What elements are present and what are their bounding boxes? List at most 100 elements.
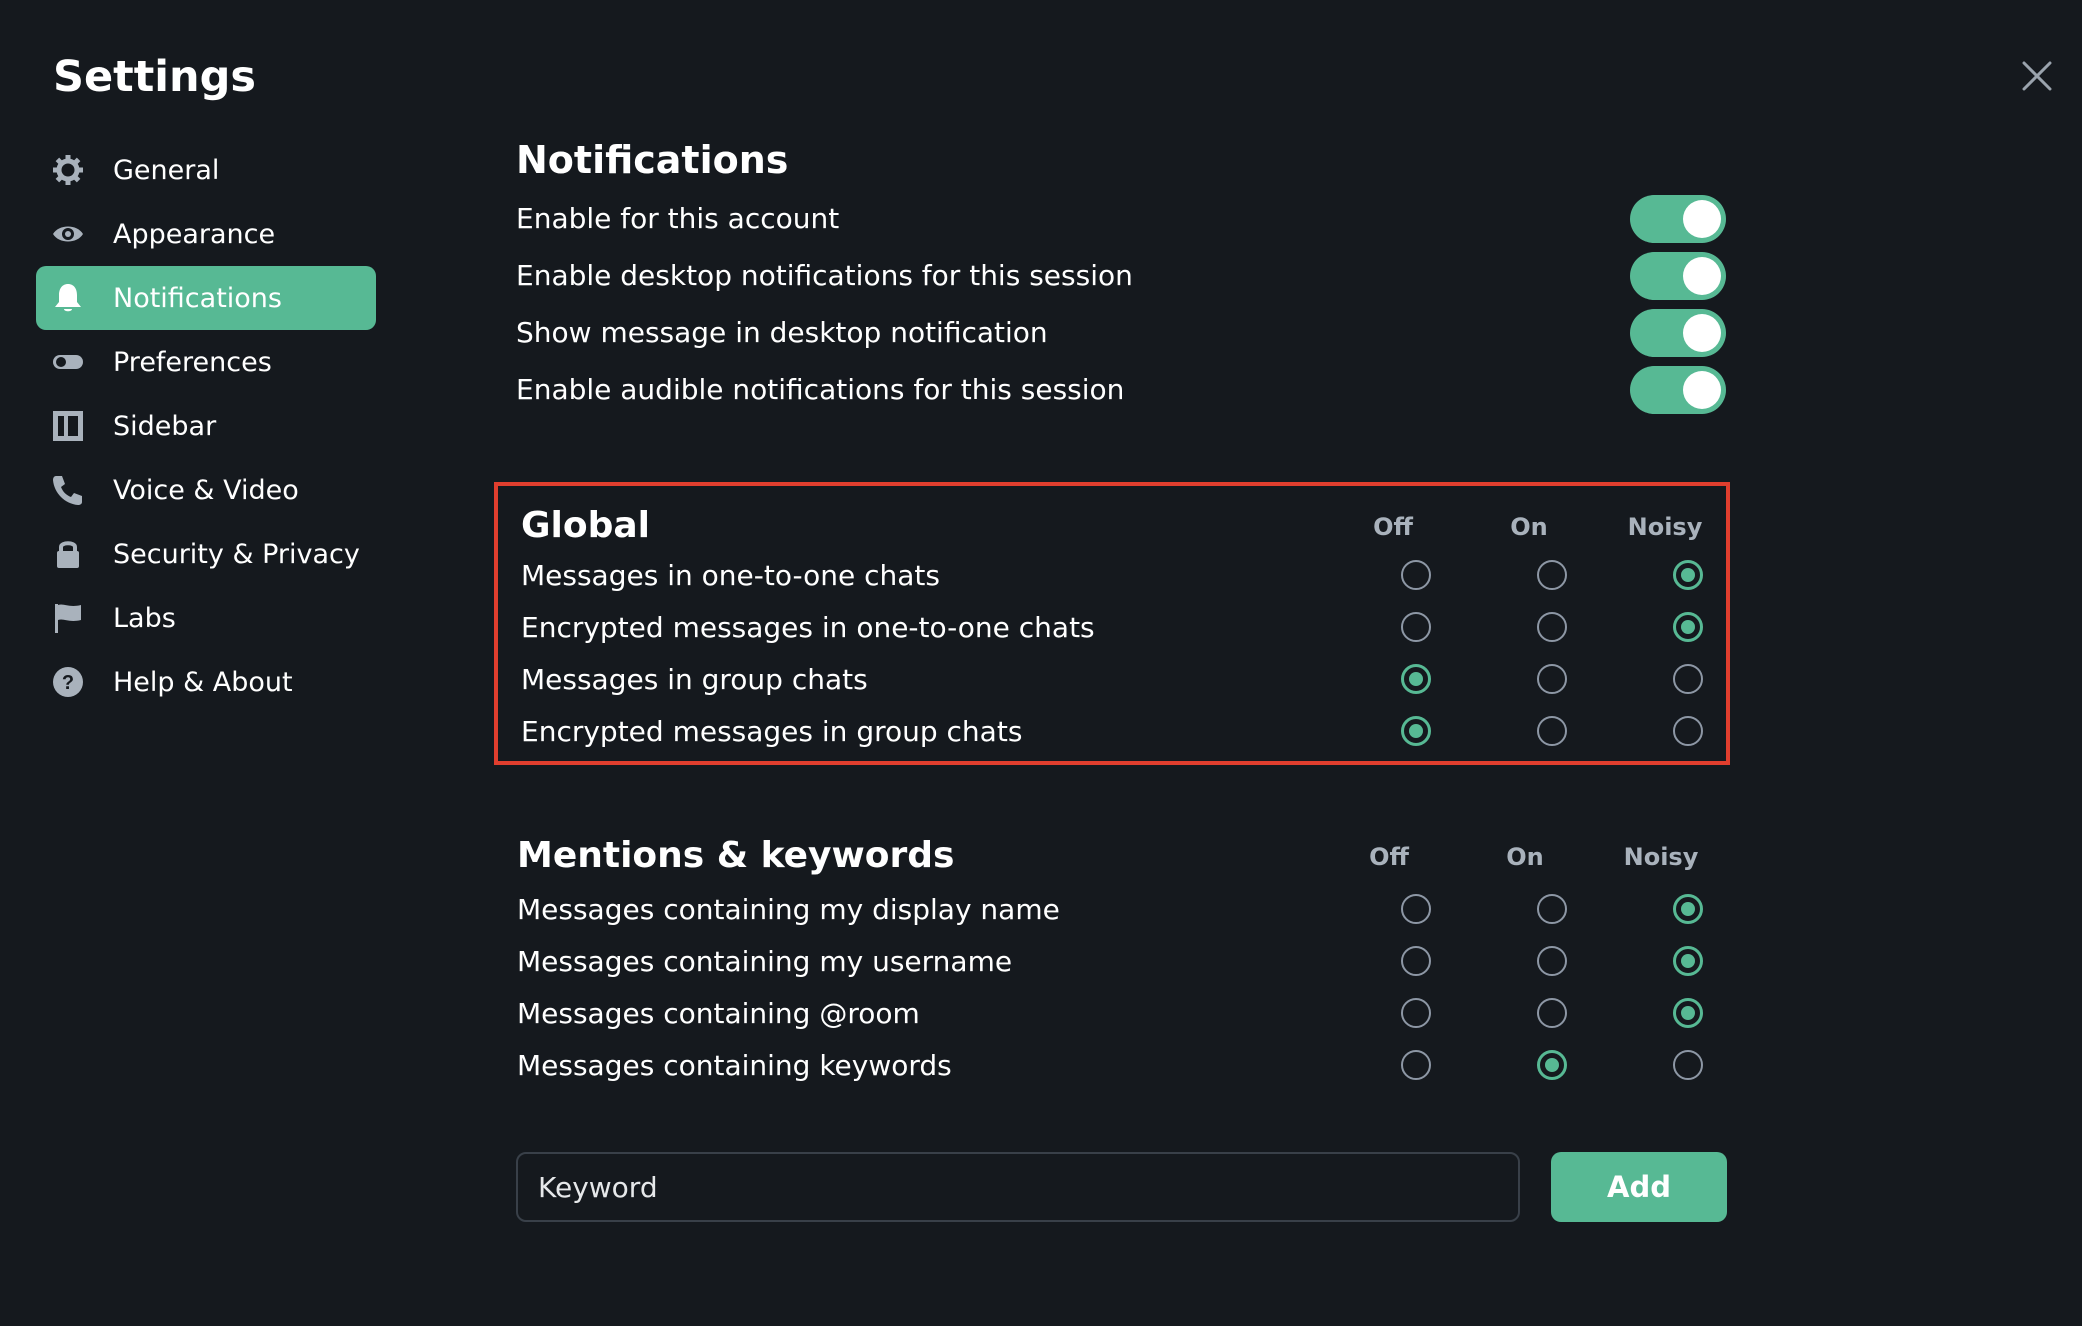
radio-off[interactable] [1401,946,1431,976]
sidebar-item-label: Security & Privacy [113,538,360,570]
sidebar-item-preferences[interactable]: Preferences [36,330,376,394]
col-noisy-label: Noisy [1627,513,1703,541]
settings-sidebar: General Appearance Notifications Prefere… [36,138,376,714]
radio-off[interactable] [1401,1050,1431,1080]
sidebar-item-security-privacy[interactable]: Security & Privacy [36,522,376,586]
radio-on[interactable] [1537,560,1567,590]
radio-on[interactable] [1537,946,1567,976]
svg-text:?: ? [62,672,74,694]
flag-icon [51,601,85,635]
rule-label: Messages containing my username [517,945,1013,978]
col-on-label: On [1506,843,1544,871]
close-icon [2022,61,2052,91]
mentions-section: Mentions & keywords Off On Noisy Message… [494,816,1730,1096]
notification-rule-row: Messages containing keywords [517,1040,1730,1092]
radio-noisy[interactable] [1673,560,1703,590]
toggle-label: Enable audible notifications for this se… [516,373,1125,406]
radio-noisy[interactable] [1673,664,1703,694]
toggle-knob [1683,256,1721,295]
lock-icon [51,537,85,571]
notifications-heading: Notifications [516,138,789,182]
sidebar-item-general[interactable]: General [36,138,376,202]
radio-off[interactable] [1401,894,1431,924]
rule-label: Encrypted messages in one-to-one chats [521,611,1095,644]
sidebar-item-help-about[interactable]: ? Help & About [36,650,376,714]
radio-on[interactable] [1537,894,1567,924]
radio-noisy[interactable] [1673,946,1703,976]
notification-rule-row: Messages in group chats [521,654,1726,706]
settings-dialog: Settings General Appearance Notification… [0,0,2082,1326]
phone-icon [51,473,85,507]
radio-off[interactable] [1401,664,1431,694]
radio-on[interactable] [1537,664,1567,694]
radio-noisy[interactable] [1673,716,1703,746]
mentions-header: Mentions & keywords Off On Noisy [517,828,1730,884]
bell-icon [51,281,85,315]
toggle-row: Enable desktop notifications for this se… [516,247,1730,304]
sidebar-item-label: Notifications [113,282,282,314]
sidebar-item-label: Voice & Video [113,474,299,506]
audible-notifications-toggle[interactable] [1630,365,1726,414]
col-off-label: Off [1369,843,1409,871]
notification-rule-row: Encrypted messages in group chats [521,706,1726,758]
notification-rule-row: Messages containing @room [517,988,1730,1040]
notification-rule-row: Messages containing my display name [517,884,1730,936]
sidebar-item-label: Preferences [113,346,272,378]
toggle-knob [1683,313,1721,352]
gear-icon [51,153,85,187]
sidebar-layout-icon [51,409,85,443]
notification-rule-row: Messages in one-to-one chats [521,550,1726,602]
radio-off[interactable] [1401,716,1431,746]
sidebar-item-label: Labs [113,602,176,634]
radio-off[interactable] [1401,560,1431,590]
add-keyword-button[interactable]: Add [1551,1152,1727,1222]
radio-on[interactable] [1537,998,1567,1028]
radio-on[interactable] [1537,1050,1567,1080]
toggle-knob [1683,199,1721,238]
rule-label: Messages in one-to-one chats [521,559,940,592]
radio-on[interactable] [1537,716,1567,746]
sidebar-item-voice-video[interactable]: Voice & Video [36,458,376,522]
toggle-row: Show message in desktop notification [516,304,1730,361]
col-off-label: Off [1373,513,1413,541]
sidebar-item-appearance[interactable]: Appearance [36,202,376,266]
toggle-label: Enable desktop notifications for this se… [516,259,1133,292]
radio-noisy[interactable] [1673,612,1703,642]
toggle-knob [1683,370,1721,409]
help-icon: ? [51,665,85,699]
global-header: Global Off On Noisy [521,498,1726,554]
sidebar-item-labs[interactable]: Labs [36,586,376,650]
rule-label: Encrypted messages in group chats [521,715,1023,748]
toggle-label: Enable for this account [516,202,840,235]
eye-icon [51,217,85,251]
dialog-title: Settings [53,52,256,102]
rule-label: Messages containing keywords [517,1049,952,1082]
sidebar-item-sidebar[interactable]: Sidebar [36,394,376,458]
radio-off[interactable] [1401,998,1431,1028]
sidebar-item-label: Appearance [113,218,276,250]
notification-rule-row: Messages containing my username [517,936,1730,988]
radio-noisy[interactable] [1673,1050,1703,1080]
sidebar-item-label: Help & About [113,666,293,698]
desktop-notifications-toggle[interactable] [1630,251,1726,300]
toggle-label: Show message in desktop notification [516,316,1048,349]
notifications-panel: Notifications Enable for this account En… [516,130,1730,418]
toggle-icon [51,345,85,379]
sidebar-item-label: General [113,154,220,186]
radio-noisy[interactable] [1673,894,1703,924]
col-on-label: On [1510,513,1548,541]
radio-off[interactable] [1401,612,1431,642]
keyword-input[interactable] [516,1152,1520,1222]
global-section: Global Off On Noisy Messages in one-to-o… [494,482,1730,765]
col-noisy-label: Noisy [1623,843,1699,871]
rule-label: Messages containing @room [517,997,920,1030]
show-message-toggle[interactable] [1630,308,1726,357]
enable-account-toggle[interactable] [1630,194,1726,243]
close-button[interactable] [2016,55,2058,97]
sidebar-item-notifications[interactable]: Notifications [36,266,376,330]
sidebar-item-label: Sidebar [113,410,217,442]
rule-label: Messages containing my display name [517,893,1060,926]
radio-on[interactable] [1537,612,1567,642]
mentions-heading: Mentions & keywords [517,835,955,876]
radio-noisy[interactable] [1673,998,1703,1028]
